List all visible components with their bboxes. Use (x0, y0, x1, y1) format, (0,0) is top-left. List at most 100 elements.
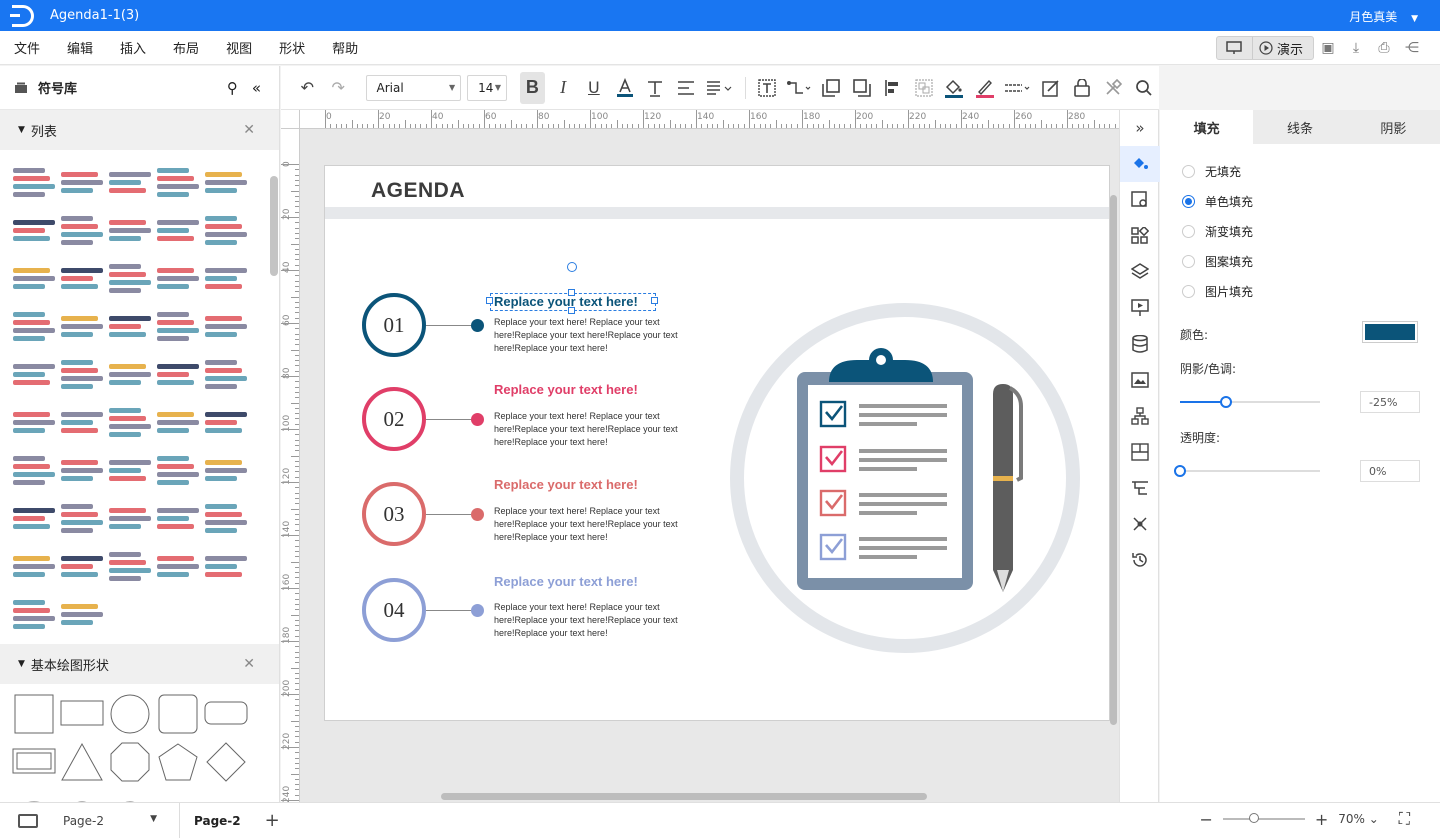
list-shape-thumbnail[interactable] (154, 158, 202, 206)
vertical-scrollbar[interactable] (1110, 195, 1117, 725)
list-shape-thumbnail[interactable] (58, 446, 106, 494)
text-style-icon[interactable] (643, 72, 668, 104)
list-shape-thumbnail[interactable] (154, 446, 202, 494)
radio-button[interactable] (1182, 254, 1195, 268)
agenda-connector-line[interactable] (426, 610, 472, 611)
search-icon[interactable]: ⚲ (227, 79, 238, 97)
list-shape-thumbnail[interactable] (58, 542, 106, 590)
zoom-in-icon[interactable]: + (1315, 810, 1328, 829)
zoom-level[interactable]: 70% ⌄ (1338, 812, 1379, 826)
save-icon[interactable]: ▣ (1314, 36, 1342, 60)
align-left-icon[interactable] (880, 72, 905, 104)
page-tab[interactable]: Page-2 (179, 802, 255, 838)
shade-slider-knob[interactable] (1220, 396, 1233, 408)
agenda-number-circle[interactable]: 04 (362, 578, 426, 642)
color-picker[interactable] (1362, 321, 1418, 343)
tab-shadow[interactable]: 阴影 (1347, 110, 1440, 144)
line-spacing-icon[interactable] (705, 72, 736, 104)
agenda-connector-line[interactable] (426, 514, 472, 515)
rotate-handle[interactable] (567, 262, 577, 272)
menu-help[interactable]: 帮助 (332, 38, 358, 57)
font-family-select[interactable]: Arial ▼ (365, 74, 462, 101)
fullscreen-icon[interactable]: ⛶ (1399, 809, 1410, 829)
list-shape-thumbnail[interactable] (106, 302, 154, 350)
resize-handle-n[interactable] (568, 289, 575, 296)
list-shape-thumbnail[interactable] (106, 494, 154, 542)
shape-square[interactable] (10, 690, 58, 738)
clipboard-illustration[interactable] (729, 302, 1081, 654)
list-shape-thumbnail[interactable] (10, 446, 58, 494)
list-shape-thumbnail[interactable] (10, 494, 58, 542)
agenda-dot[interactable] (471, 604, 484, 617)
fill-panel-icon[interactable] (1120, 146, 1160, 182)
list-shape-thumbnail[interactable] (10, 206, 58, 254)
resize-handle-w[interactable] (486, 297, 493, 304)
list-shape-thumbnail[interactable] (10, 590, 58, 638)
share-icon[interactable]: ⋲ (1398, 36, 1426, 60)
shape-rounded-square[interactable] (154, 690, 202, 738)
shape-triangle[interactable] (58, 738, 106, 786)
align-icon[interactable] (674, 72, 699, 104)
list-shape-thumbnail[interactable] (202, 446, 250, 494)
list-shape-thumbnail[interactable] (154, 206, 202, 254)
opacity-value-input[interactable]: 0% (1360, 460, 1420, 482)
bring-front-icon[interactable] (819, 72, 844, 104)
shape-ring[interactable] (58, 786, 106, 802)
line-color-icon[interactable] (973, 72, 998, 104)
widgets-icon[interactable] (1120, 218, 1160, 254)
radio-button[interactable] (1182, 224, 1195, 238)
shape-diamond[interactable] (202, 738, 250, 786)
radio-button[interactable] (1182, 284, 1195, 298)
section-basic-header[interactable]: ▼ 基本绘图形状 ✕ (0, 644, 279, 684)
list-shape-thumbnail[interactable] (202, 350, 250, 398)
list-shape-thumbnail[interactable] (154, 302, 202, 350)
menu-layout[interactable]: 布局 (173, 38, 199, 57)
list-shape-thumbnail[interactable] (58, 590, 106, 638)
menu-shape[interactable]: 形状 (279, 38, 305, 57)
list-shape-thumbnail[interactable] (106, 206, 154, 254)
resize-handle-s[interactable] (568, 307, 575, 314)
close-section-icon[interactable]: ✕ (243, 122, 255, 138)
resize-handle-e[interactable] (651, 297, 658, 304)
list-shape-thumbnail[interactable] (106, 398, 154, 446)
layers-icon[interactable] (1120, 254, 1160, 290)
list-shape-thumbnail[interactable] (154, 350, 202, 398)
fill-option-gradient[interactable]: 渐变填充 (1160, 216, 1440, 246)
list-shape-thumbnail[interactable] (106, 446, 154, 494)
slideshow-icon[interactable] (1217, 37, 1253, 59)
list-shape-thumbnail[interactable] (202, 542, 250, 590)
bold-icon[interactable]: B (519, 71, 545, 104)
agenda-item-body[interactable]: Replace your text here! Replace your tex… (494, 505, 694, 544)
app-logo-icon[interactable] (10, 4, 34, 27)
chart-layout-icon[interactable] (1120, 434, 1160, 470)
history-icon[interactable] (1120, 542, 1160, 578)
style-settings-icon[interactable] (1120, 182, 1160, 218)
list-shape-thumbnail[interactable] (202, 302, 250, 350)
list-shape-thumbnail[interactable] (106, 254, 154, 302)
line-style-icon[interactable] (1004, 72, 1033, 104)
redo-icon[interactable]: ↷ (326, 72, 351, 104)
list-shape-thumbnail[interactable] (202, 158, 250, 206)
agenda-number-circle[interactable]: 03 (362, 482, 426, 546)
list-shape-thumbnail[interactable] (10, 350, 58, 398)
user-menu[interactable]: 月色真美 ▼ (1349, 8, 1418, 25)
list-shape-thumbnail[interactable] (154, 494, 202, 542)
image-icon[interactable] (1120, 362, 1160, 398)
fill-option-pattern[interactable]: 图案填充 (1160, 246, 1440, 276)
text-box-icon[interactable] (754, 72, 779, 104)
fill-option-image[interactable]: 图片填充 (1160, 276, 1440, 306)
undo-icon[interactable]: ↶ (295, 72, 320, 104)
download-icon[interactable]: ⤓ (1342, 36, 1370, 60)
shape-rectangle[interactable] (58, 690, 106, 738)
shape-parallelogram[interactable] (154, 786, 202, 802)
list-shape-thumbnail[interactable] (106, 350, 154, 398)
shape-trapezoid[interactable] (202, 786, 250, 802)
font-color-icon[interactable] (612, 72, 637, 104)
shape-circle[interactable] (106, 690, 154, 738)
list-shape-thumbnail[interactable] (154, 254, 202, 302)
zoom-out-icon[interactable]: − (1199, 810, 1212, 829)
opacity-slider-track[interactable] (1180, 470, 1320, 472)
add-page-icon[interactable]: + (265, 810, 280, 831)
close-section-icon[interactable]: ✕ (243, 656, 255, 672)
list-shape-thumbnail[interactable] (58, 254, 106, 302)
